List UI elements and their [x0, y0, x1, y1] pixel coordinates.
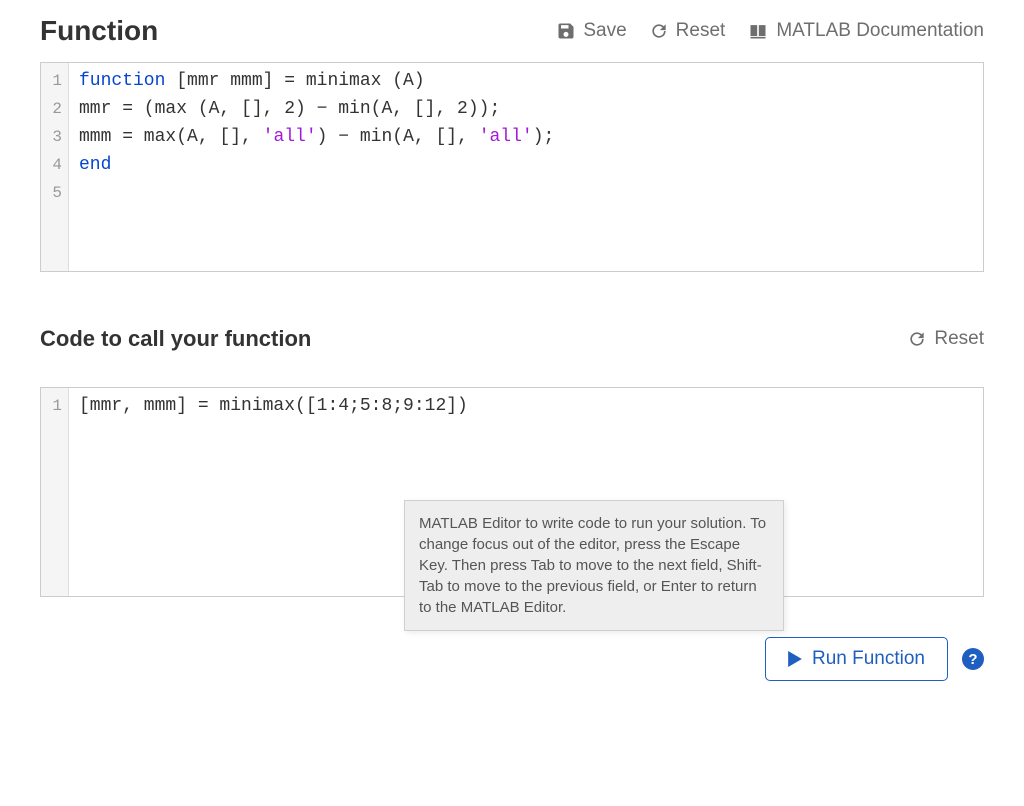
line-number: 1 [47, 392, 62, 420]
code-line: end [79, 151, 973, 179]
function-editor[interactable]: 1 2 3 4 5 function [mmr mmm] = minimax (… [40, 62, 984, 272]
save-button[interactable]: Save [556, 20, 626, 42]
function-header: Function Save Reset MATLAB Documentation [40, 15, 984, 47]
line-number: 3 [47, 123, 62, 151]
reset-button[interactable]: Reset [649, 20, 726, 42]
line-number: 1 [47, 67, 62, 95]
function-toolbar: Save Reset MATLAB Documentation [556, 20, 984, 42]
save-label: Save [583, 20, 626, 42]
save-icon [556, 21, 576, 41]
function-title: Function [40, 15, 158, 47]
line-number: 2 [47, 95, 62, 123]
code-body[interactable]: [mmr, mmm] = minimax([1:4;5:8;9:12]) MAT… [69, 388, 983, 596]
reset-icon [649, 21, 669, 41]
run-function-button[interactable]: Run Function [765, 637, 948, 681]
code-text: [mmr mmm] = minimax (A) [165, 71, 424, 91]
caller-editor[interactable]: 1 [mmr, mmm] = minimax([1:4;5:8;9:12]) M… [40, 387, 984, 597]
keyword: function [79, 71, 165, 91]
code-text: ) − min(A, [], [317, 127, 479, 147]
string-literal: 'all' [263, 127, 317, 147]
caller-reset-label: Reset [934, 328, 984, 350]
code-line: mmm = max(A, [], 'all') − min(A, [], 'al… [79, 123, 973, 151]
editor-gutter: 1 2 3 4 5 [41, 63, 69, 271]
help-button[interactable]: ? [962, 648, 984, 670]
line-number: 4 [47, 151, 62, 179]
code-text: ); [533, 127, 555, 147]
editor-tooltip: MATLAB Editor to write code to run your … [404, 500, 784, 631]
caller-header: Code to call your function Reset [40, 326, 984, 352]
caller-toolbar: Reset [907, 328, 984, 350]
docs-button[interactable]: MATLAB Documentation [747, 20, 984, 42]
docs-label: MATLAB Documentation [776, 20, 984, 42]
code-line: [mmr, mmm] = minimax([1:4;5:8;9:12]) [79, 392, 973, 420]
bottom-bar: Run Function ? [40, 637, 984, 681]
caller-reset-button[interactable]: Reset [907, 328, 984, 350]
code-line: mmr = (max (A, [], 2) − min(A, [], 2)); [79, 95, 973, 123]
editor-gutter: 1 [41, 388, 69, 596]
caller-title: Code to call your function [40, 326, 311, 352]
run-label: Run Function [812, 648, 925, 670]
reset-icon [907, 329, 927, 349]
keyword: end [79, 155, 111, 175]
reset-label: Reset [676, 20, 726, 42]
code-body[interactable]: function [mmr mmm] = minimax (A)mmr = (m… [69, 63, 983, 271]
code-line: function [mmr mmm] = minimax (A) [79, 67, 973, 95]
code-text: mmm = max(A, [], [79, 127, 263, 147]
string-literal: 'all' [479, 127, 533, 147]
play-icon [788, 651, 802, 667]
line-number: 5 [47, 179, 62, 207]
book-icon [747, 21, 769, 41]
